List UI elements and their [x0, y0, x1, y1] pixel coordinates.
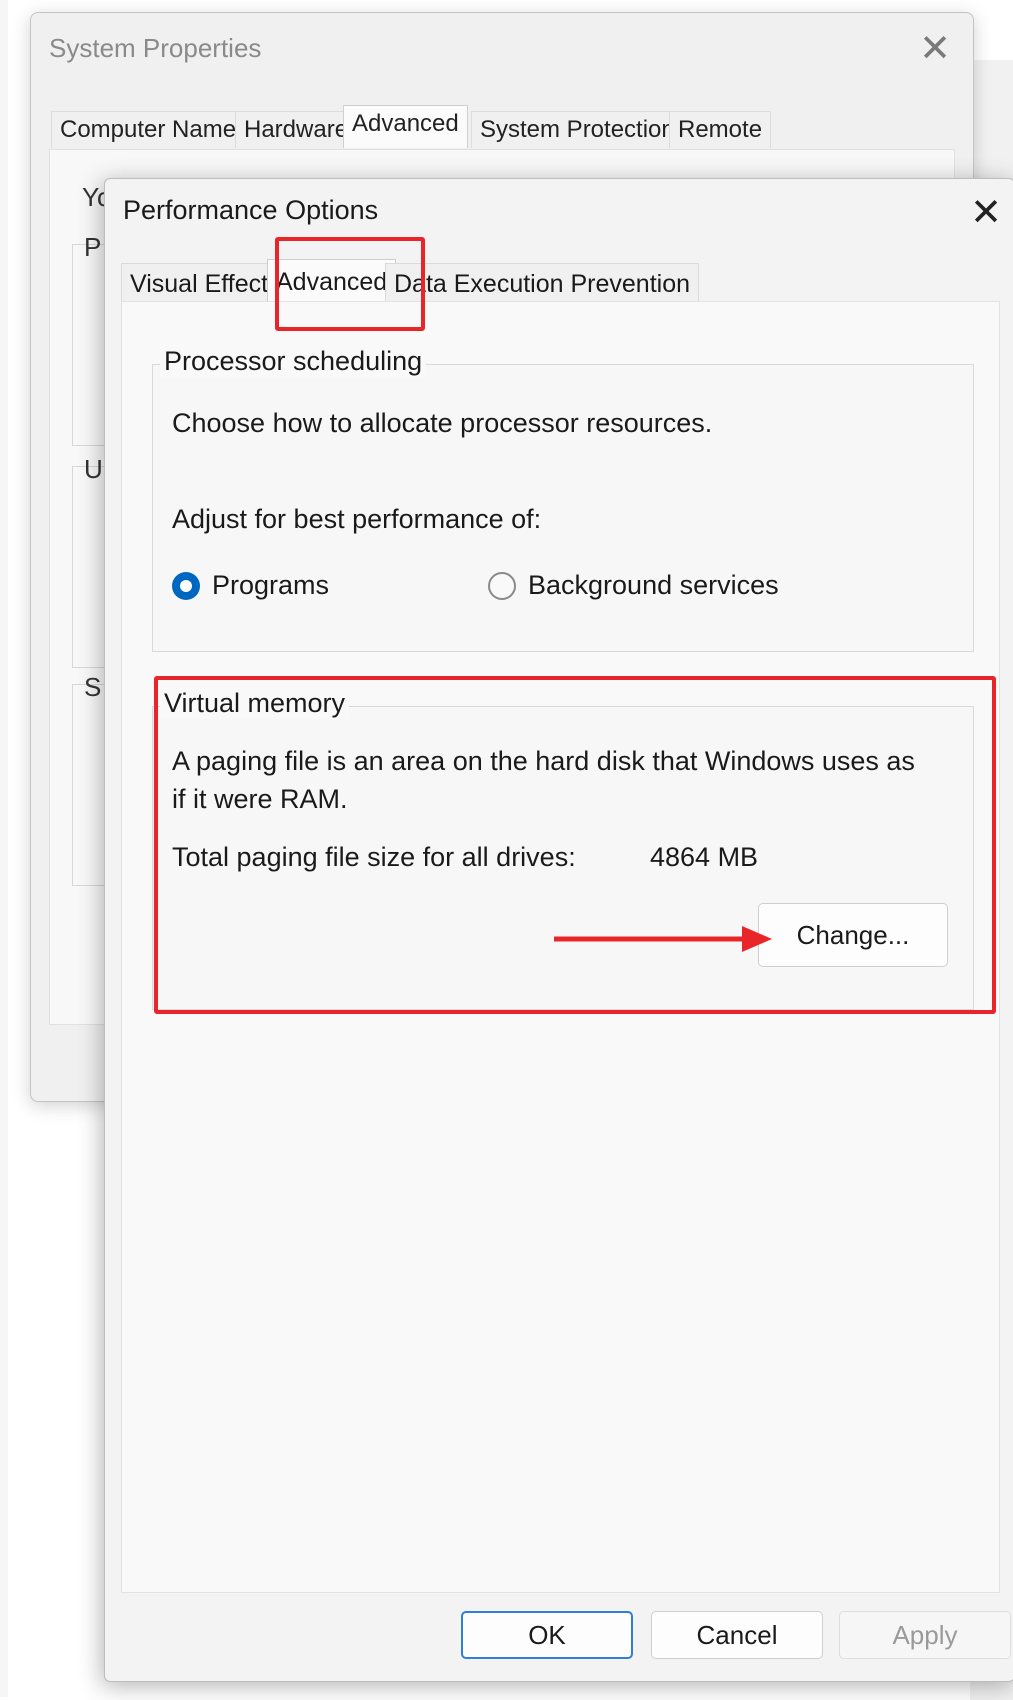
programs-radio-label[interactable]: Programs	[212, 570, 329, 601]
user-profiles-group-label: U	[84, 454, 103, 484]
processor-scheduling-label: Processor scheduling	[160, 346, 427, 377]
tab-hardware[interactable]: Hardware	[235, 111, 358, 148]
arrow-icon	[554, 926, 772, 952]
close-icon[interactable]: ✕	[970, 193, 1002, 231]
startup-recovery-group-label: S	[84, 672, 102, 702]
cancel-button[interactable]: Cancel	[651, 1611, 823, 1659]
performance-group-label: P	[84, 232, 102, 262]
adjust-performance-label: Adjust for best performance of:	[172, 504, 542, 534]
tab-computer-name[interactable]: Computer Name	[51, 111, 246, 148]
background-services-radio-label[interactable]: Background services	[528, 570, 779, 601]
tab-visual-effects[interactable]: Visual Effects	[121, 263, 290, 304]
advanced-tab-highlight	[275, 237, 425, 331]
ok-button[interactable]: OK	[461, 1611, 633, 1659]
tab-remote[interactable]: Remote	[669, 111, 772, 148]
window-title: System Properties	[49, 33, 262, 63]
arrow-head	[742, 926, 772, 952]
processor-scheduling-description: Choose how to allocate processor resourc…	[172, 408, 713, 438]
tab-data-execution-prevention[interactable]: Data Execution Prevention	[385, 263, 700, 304]
close-icon[interactable]: ✕	[919, 29, 951, 67]
tab-advanced[interactable]: Advanced	[343, 105, 468, 148]
dialog-title: Performance Options	[123, 195, 379, 225]
tab-system-protection[interactable]: System Protection	[471, 111, 684, 148]
background-services-radio[interactable]	[488, 572, 516, 600]
virtual-memory-highlight	[154, 676, 996, 1014]
programs-radio[interactable]	[172, 572, 200, 600]
desktop-background-left	[0, 0, 8, 1697]
apply-button[interactable]: Apply	[839, 1611, 1011, 1659]
